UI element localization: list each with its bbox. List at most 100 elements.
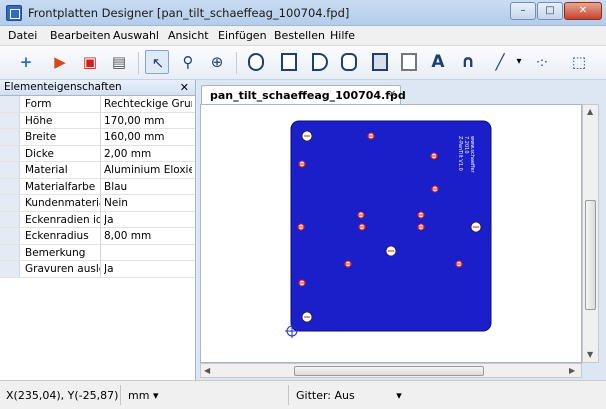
text-tool-button[interactable]: A — [426, 50, 450, 74]
drill-hole[interactable] — [358, 223, 366, 231]
bolt-tool-button[interactable] — [397, 50, 421, 74]
select-tool-button[interactable]: ↖ — [145, 50, 169, 74]
drill-hole[interactable] — [298, 160, 306, 168]
d-hole-tool-button[interactable] — [308, 50, 332, 74]
magnifier-icon: ⚲ — [182, 53, 194, 71]
property-value[interactable]: Ja — [104, 263, 192, 275]
status-separator — [288, 385, 289, 405]
property-row[interactable]: Eckenradius 8,00 mm — [0, 228, 195, 245]
horizontal-scroll-thumb[interactable] — [294, 366, 484, 376]
vertical-scroll-thumb[interactable] — [585, 200, 596, 310]
line-icon: ╱ — [495, 53, 505, 71]
property-value[interactable]: 170,00 mm — [104, 115, 192, 127]
property-row[interactable]: Eckenradien ider Ja — [0, 211, 195, 228]
toolbar-separator — [138, 52, 139, 74]
property-value[interactable]: 160,00 mm — [104, 131, 192, 143]
scroll-down-icon[interactable]: ▼ — [587, 350, 593, 359]
property-row[interactable]: Kundenmaterial Nein — [0, 195, 195, 212]
column-divider — [100, 211, 101, 227]
crosshair-tool-button[interactable]: ⊕ — [205, 50, 229, 74]
save-button[interactable]: ▣ — [78, 50, 102, 74]
property-row[interactable]: Materialfarbe Blau — [0, 178, 195, 195]
property-row[interactable]: Material Aluminium Eloxiert — [0, 162, 195, 179]
close-button[interactable]: ✕ — [564, 2, 602, 20]
property-key: Gravuren ausleg — [25, 263, 100, 275]
pocket-tool-button[interactable] — [368, 50, 392, 74]
drill-hole[interactable] — [344, 260, 352, 268]
drill-hole[interactable] — [431, 185, 439, 193]
scroll-right-icon[interactable]: ▶ — [569, 366, 575, 375]
drill-hole[interactable] — [417, 211, 425, 219]
drill-hole[interactable] — [430, 152, 438, 160]
property-value[interactable]: Blau — [104, 181, 192, 193]
frame-tool-button[interactable]: ⬚ — [567, 50, 591, 74]
menu-auswahl[interactable]: Auswahl — [113, 29, 159, 42]
mounting-hole[interactable] — [301, 130, 313, 142]
unit-selector[interactable]: mm ▾ — [128, 389, 158, 402]
property-value[interactable]: Rechteckige Grundp — [104, 98, 192, 110]
minimize-button[interactable]: – — [510, 2, 536, 20]
menu-datei[interactable]: Datei — [8, 29, 37, 42]
drill-hole[interactable] — [417, 223, 425, 231]
design-canvas[interactable]: Z-PanTilt V1.0 7.2010 www.schaeffer — [200, 104, 582, 363]
zoom-tool-button[interactable]: ⚲ — [176, 50, 200, 74]
menu-bestellen[interactable]: Bestellen — [274, 29, 325, 42]
horizontal-scrollbar[interactable]: ◀ ▶ — [200, 363, 582, 378]
property-row[interactable]: Form Rechteckige Grundp — [0, 96, 195, 113]
vertical-scrollbar[interactable]: ▲ ▼ — [582, 104, 599, 363]
open-file-button[interactable]: ▶ — [48, 50, 72, 74]
d-hole-icon — [312, 53, 328, 71]
drill-hole[interactable] — [367, 132, 375, 140]
scroll-up-icon[interactable]: ▲ — [587, 107, 593, 116]
chevron-down-icon[interactable]: ▾ — [512, 50, 526, 74]
printer-icon: ▤ — [111, 53, 127, 71]
property-row[interactable]: Bemerkung — [0, 244, 195, 261]
menu-ansicht[interactable]: Ansicht — [168, 29, 209, 42]
new-file-button[interactable]: + — [14, 50, 38, 74]
mounting-hole[interactable] — [385, 245, 397, 257]
property-row[interactable]: Höhe 170,00 mm — [0, 112, 195, 129]
maximize-button[interactable]: □ — [537, 2, 563, 20]
close-icon[interactable]: ✕ — [180, 80, 189, 95]
property-key: Breite — [25, 131, 57, 143]
line-tool-button[interactable]: ╱ — [488, 50, 512, 74]
property-key: Höhe — [25, 114, 53, 127]
tab-close-icon[interactable]: ✕ — [388, 89, 396, 100]
curve-tool-button[interactable]: ∩ — [456, 50, 480, 74]
drill-hole[interactable] — [357, 211, 365, 219]
double-d-hole-tool-button[interactable] — [337, 50, 361, 74]
property-value[interactable]: Ja — [104, 214, 192, 226]
property-row[interactable]: Breite 160,00 mm — [0, 129, 195, 146]
menu-bearbeiten[interactable]: Bearbeiten — [50, 29, 110, 42]
property-row[interactable]: Gravuren ausleg Ja — [0, 261, 195, 278]
menu-einfuegen[interactable]: Einfügen — [218, 29, 267, 42]
property-value[interactable]: 2,00 mm — [104, 148, 192, 160]
mounting-hole[interactable] — [470, 221, 482, 233]
crosshair-icon: ⊕ — [210, 53, 224, 71]
print-button[interactable]: ▤ — [107, 50, 131, 74]
drill-hole[interactable] — [297, 223, 305, 231]
property-value[interactable]: Aluminium Eloxiert — [104, 164, 192, 176]
rect-hole-tool-button[interactable] — [277, 50, 301, 74]
document-tab[interactable]: pan_tilt_schaeffeag_100704.fpd ✕ — [201, 85, 406, 105]
property-value[interactable]: 8,00 mm — [104, 230, 192, 242]
property-row[interactable]: Dicke 2,00 mm — [0, 145, 195, 162]
properties-table: Form Rechteckige Grundp Höhe 170,00 mm Breit… — [0, 96, 195, 278]
property-key: Form — [25, 98, 52, 110]
drill-hole[interactable] — [298, 279, 306, 287]
properties-title: Elementeigenschaften — [4, 81, 122, 93]
new-file-icon: + — [19, 53, 33, 71]
frame-icon: ⬚ — [571, 53, 587, 71]
scroll-left-icon[interactable]: ◀ — [204, 366, 210, 375]
menu-hilfe[interactable]: Hilfe — [330, 29, 355, 42]
round-hole-tool-button[interactable] — [244, 50, 268, 74]
app-icon — [6, 5, 22, 21]
grid-selector[interactable]: Gitter: Aus ▾ — [296, 389, 402, 402]
mounting-hole[interactable] — [301, 311, 313, 323]
properties-header: Elementeigenschaften ✕ — [0, 80, 195, 96]
property-value[interactable]: Nein — [104, 197, 192, 209]
dimension-tool-button[interactable]: ·:· — [530, 50, 554, 74]
drill-hole[interactable] — [455, 260, 463, 268]
panel-drawing[interactable]: Z-PanTilt V1.0 7.2010 www.schaeffer — [201, 105, 582, 363]
column-divider — [100, 112, 101, 128]
